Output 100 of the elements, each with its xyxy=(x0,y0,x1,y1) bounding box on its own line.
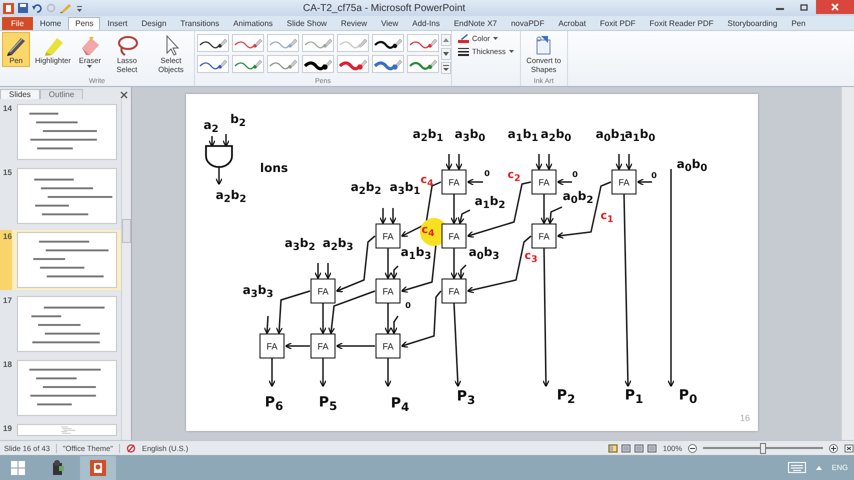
reading-view-icon[interactable] xyxy=(634,444,644,452)
slide-number: 18 xyxy=(3,360,13,369)
slide-sorter-icon[interactable] xyxy=(620,444,631,452)
scrollbar[interactable] xyxy=(841,87,854,440)
taskbar-app[interactable] xyxy=(80,456,116,480)
pen-swatch[interactable] xyxy=(302,34,334,52)
pen-swatch[interactable] xyxy=(372,34,404,52)
ribbon-tab[interactable]: Acrobat xyxy=(551,17,593,30)
ribbon-tab[interactable]: Pens xyxy=(68,17,100,30)
file-tab[interactable]: File xyxy=(2,17,33,30)
pen-swatch[interactable] xyxy=(406,55,439,73)
ribbon-tab[interactable]: Home xyxy=(32,17,68,30)
ribbon-tab[interactable]: Storyboarding xyxy=(720,17,784,30)
slide-thumbnail[interactable] xyxy=(17,168,117,224)
fit-to-window-icon[interactable] xyxy=(844,444,854,452)
adder-block: FA xyxy=(532,170,556,194)
slide-row[interactable]: 17 xyxy=(0,294,121,354)
customize-icon[interactable] xyxy=(76,3,83,13)
output-label: P$_{5}$ xyxy=(318,395,338,413)
connector-arrow xyxy=(336,235,376,292)
pen-swatch[interactable] xyxy=(232,34,264,52)
pen-swatch[interactable] xyxy=(372,55,404,73)
undo-icon[interactable] xyxy=(32,3,42,13)
pen-swatch[interactable] xyxy=(266,55,299,73)
caret-icon[interactable] xyxy=(816,466,822,470)
term-label: a$_{1}$b$_{1}$ xyxy=(508,128,538,144)
restore-icon xyxy=(800,3,808,11)
pen-swatch[interactable] xyxy=(196,55,229,73)
scroll-down-icon[interactable] xyxy=(440,48,451,60)
connector-arrow xyxy=(535,154,543,170)
output-arrow xyxy=(319,358,327,388)
ribbon-tab[interactable]: Insert xyxy=(100,17,134,30)
slide-thumbnail[interactable] xyxy=(17,232,117,288)
zoom-in-icon[interactable] xyxy=(829,444,838,452)
output-label: P$_{2}$ xyxy=(556,388,576,406)
connector-arrow xyxy=(445,154,453,170)
pen-swatch[interactable] xyxy=(232,55,264,73)
scrollbar-thumb[interactable] xyxy=(122,219,131,243)
term-label: a$_{0}$b$_{3}$ xyxy=(468,246,500,262)
connector-arrow xyxy=(636,178,652,186)
slide-row[interactable]: 14 xyxy=(0,102,121,162)
ribbon-tab[interactable]: Add-Ins xyxy=(405,17,447,30)
slide-row[interactable]: 18 xyxy=(0,358,121,418)
term-label: a$_{1}$b$_{3}$ xyxy=(400,246,432,262)
connector-arrow xyxy=(324,263,332,280)
pen-swatch[interactable] xyxy=(302,55,334,73)
zoom-out-icon[interactable] xyxy=(688,444,697,452)
pane-tab[interactable]: Slides xyxy=(0,89,40,99)
slider-thumb[interactable] xyxy=(760,442,766,454)
slide-thumbnail[interactable] xyxy=(17,296,117,352)
pen-swatch[interactable] xyxy=(336,34,369,52)
carry-label: c$_{3}$ xyxy=(524,250,538,264)
pen-swatch[interactable] xyxy=(406,34,439,52)
selected-slide-row[interactable]: 16 xyxy=(0,230,121,290)
scroll-up-icon[interactable] xyxy=(440,34,451,46)
output-arrow xyxy=(268,358,276,388)
ribbon-tab[interactable]: Pen xyxy=(784,17,813,30)
ribbon-tab[interactable]: Foxit Reader PDF xyxy=(642,17,721,30)
lasso-icon xyxy=(116,34,138,56)
normal-view-icon[interactable] xyxy=(608,444,618,452)
ribbon-tab[interactable]: Design xyxy=(134,17,174,30)
connector-arrow xyxy=(222,134,230,148)
pen-swatch[interactable] xyxy=(336,55,369,73)
window-title: CA-T2_cf75a - Microsoft PowerPoint xyxy=(303,2,466,14)
output-label: P$_{4}$ xyxy=(390,396,410,414)
keyboard-icon[interactable] xyxy=(788,462,806,473)
pane-tab[interactable]: Outline xyxy=(40,89,84,99)
pen-swatch[interactable] xyxy=(196,34,229,52)
carry-label: c$_{1}$ xyxy=(600,210,614,224)
ribbon-tab[interactable]: EndNote X7 xyxy=(446,17,504,30)
app-icon[interactable] xyxy=(3,2,14,14)
close-icon[interactable] xyxy=(120,91,128,99)
ribbon-tab[interactable]: Foxit PDF xyxy=(592,17,642,30)
ribbon-tab[interactable]: Animations xyxy=(226,17,280,30)
slide-thumbnail[interactable] xyxy=(17,424,117,436)
adder-block: FA xyxy=(532,224,556,248)
close-button[interactable] xyxy=(816,0,854,14)
connector-arrow xyxy=(314,263,322,280)
slide-row[interactable]: 15 xyxy=(0,166,121,226)
caret-icon xyxy=(87,65,92,68)
gate-input-label: b$_{2}$ xyxy=(230,112,246,130)
ribbon-tab[interactable]: novaPDF xyxy=(504,17,552,30)
slide-thumbnail[interactable] xyxy=(17,360,117,416)
slideshow-icon[interactable] xyxy=(646,444,657,452)
more-icon[interactable] xyxy=(440,62,451,74)
pen-swatch[interactable] xyxy=(266,34,299,52)
ribbon-tab[interactable]: Transitions xyxy=(173,17,226,30)
save-icon[interactable] xyxy=(18,3,28,13)
connector-arrow xyxy=(545,154,553,170)
spelling-icon[interactable] xyxy=(126,444,136,452)
slide-thumbnail[interactable] xyxy=(17,104,117,160)
gate-output-label: a$_{2}$b$_{2}$ xyxy=(216,188,246,206)
ribbon-tab[interactable]: Slide Show xyxy=(280,17,334,30)
ribbon-tab[interactable]: Review xyxy=(334,17,374,30)
ribbon-tab[interactable]: View xyxy=(374,17,406,30)
slide-row[interactable]: 19 xyxy=(0,422,121,436)
connector-arrow xyxy=(276,290,310,334)
term-label: a$_{3}$b$_{1}$ xyxy=(390,180,420,198)
adder-block: FA xyxy=(376,278,400,304)
zero-label: 0 xyxy=(572,171,578,179)
